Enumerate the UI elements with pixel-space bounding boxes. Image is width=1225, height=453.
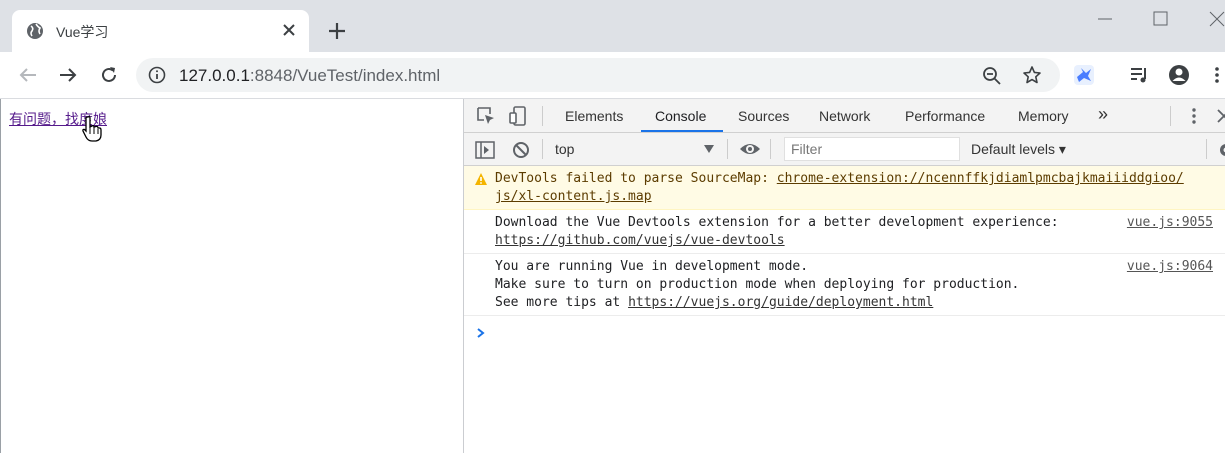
tab-memory[interactable]: Memory [1018,108,1069,124]
star-icon[interactable] [1022,65,1042,85]
address-bar[interactable]: 127.0.0.1:8848/VueTest/index.html [136,58,1060,92]
console-log-message: Download the Vue Devtools extension for … [464,210,1225,254]
deployment-guide-link[interactable]: https://vuejs.org/guide/deployment.html [628,295,933,310]
vue-devtools-link[interactable]: https://github.com/vuejs/vue-devtools [495,233,785,248]
source-location-link[interactable]: vue.js:9064 [1127,258,1213,276]
hand-cursor-icon [82,116,102,142]
warning-text: DevTools failed to parse SourceMap: [495,171,777,186]
tab-elements[interactable]: Elements [565,108,623,124]
more-tabs-button[interactable]: » [1098,104,1108,125]
close-window-icon[interactable] [1206,8,1225,30]
console-warning-message: DevTools failed to parse SourceMap: chro… [464,166,1225,210]
log-levels-dropdown[interactable]: Default levels ▾ [971,141,1066,158]
tab-network[interactable]: Network [819,108,870,124]
minimize-icon[interactable] [1094,8,1116,30]
forward-icon[interactable] [57,64,79,86]
clear-icon[interactable] [511,140,531,160]
eye-icon[interactable] [739,139,761,159]
url-path: :8848/VueTest/index.html [249,66,441,85]
reload-icon[interactable] [98,64,120,86]
divider [770,139,771,159]
sourcemap-link[interactable]: chrome-extension://ncennffkjdiamlpmcbajk… [777,171,1184,186]
maximize-icon[interactable] [1150,8,1172,30]
info-icon[interactable] [148,66,166,84]
log-text: See more tips at [495,295,629,310]
inspect-icon[interactable] [476,106,496,126]
extension-icon[interactable] [1073,64,1095,86]
url-host: 127.0.0.1 [179,66,250,85]
back-icon[interactable] [17,64,39,86]
sidebar-icon[interactable] [475,140,495,160]
tab-sources[interactable]: Sources [738,108,789,124]
plus-icon[interactable] [326,20,348,42]
divider [1206,139,1207,159]
tab-strip: Vue学习 [0,0,1225,52]
divider [727,139,728,159]
devtools-panel: Elements Console Sources Network Perform… [463,99,1225,453]
log-text: Download the Vue Devtools extension for … [495,215,1059,230]
context-select[interactable]: top [555,141,574,157]
media-icon[interactable] [1128,64,1150,86]
close-icon[interactable] [279,20,299,40]
tab-performance[interactable]: Performance [905,108,985,124]
active-tab-indicator [641,130,723,132]
log-text: You are running Vue in development mode. [495,259,809,274]
close-devtools-icon[interactable] [1214,106,1225,126]
console-output: DevTools failed to parse SourceMap: chro… [464,166,1225,453]
url-text[interactable]: 127.0.0.1:8848/VueTest/index.html [179,66,440,86]
filter-field[interactable] [784,137,960,161]
source-location-link[interactable]: vue.js:9055 [1127,214,1213,232]
console-toolbar: top Default levels ▾ [464,133,1225,166]
settings-icon[interactable] [1216,140,1225,160]
warning-icon [475,173,487,185]
globe-icon [27,23,43,39]
console-log-message: You are running Vue in development mode.… [464,254,1225,316]
tab-title: Vue学习 [56,24,109,40]
device-icon[interactable] [508,106,528,126]
menu-icon[interactable] [1208,64,1222,86]
zoom-icon[interactable] [982,66,1002,86]
log-levels-label: Default levels [971,141,1056,157]
tab-console[interactable]: Console [655,108,706,124]
divider [542,106,543,126]
devtools-tab-bar: Elements Console Sources Network Perform… [464,99,1225,133]
divider [542,139,543,159]
page-viewport: 有问题，找度娘 [0,99,463,453]
browser-toolbar: 127.0.0.1:8848/VueTest/index.html [0,52,1225,99]
profile-icon[interactable] [1168,64,1190,86]
divider [1170,106,1171,126]
log-text: Make sure to turn on production mode whe… [495,277,1020,292]
sourcemap-link-continued[interactable]: js/xl-content.js.map [495,189,652,204]
prompt-icon[interactable] [475,327,487,339]
chevron-down-icon[interactable] [704,145,714,153]
filter-input[interactable] [785,138,959,160]
devtools-menu-icon[interactable] [1184,106,1204,126]
browser-tab[interactable]: Vue学习 [12,10,309,52]
